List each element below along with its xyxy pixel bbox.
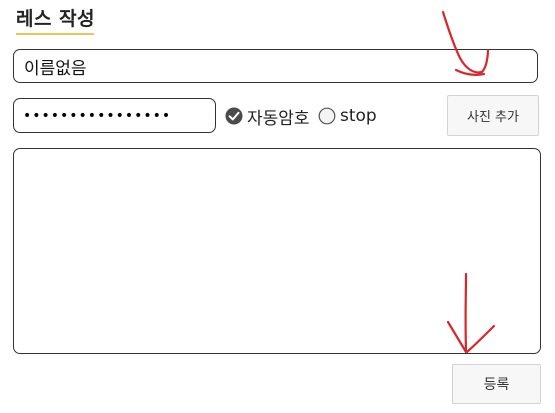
reply-form-page: 레스 작성 자동암호 stop 사진 추가 등록 xyxy=(0,0,555,413)
form-title: 레스 작성 xyxy=(16,8,96,30)
submit-button[interactable]: 등록 xyxy=(452,364,541,404)
password-input[interactable] xyxy=(13,98,216,133)
radio-empty-icon xyxy=(318,107,336,125)
stop-radio[interactable]: stop xyxy=(318,103,377,129)
title-underline xyxy=(16,33,94,35)
check-circle-icon xyxy=(225,107,243,125)
content-textarea[interactable] xyxy=(13,148,541,354)
auto-password-checkbox[interactable]: 자동암호 xyxy=(225,103,310,129)
stop-label: stop xyxy=(340,106,377,126)
add-photo-button[interactable]: 사진 추가 xyxy=(447,95,539,136)
auto-password-label: 자동암호 xyxy=(247,108,310,129)
name-input[interactable] xyxy=(13,49,538,83)
